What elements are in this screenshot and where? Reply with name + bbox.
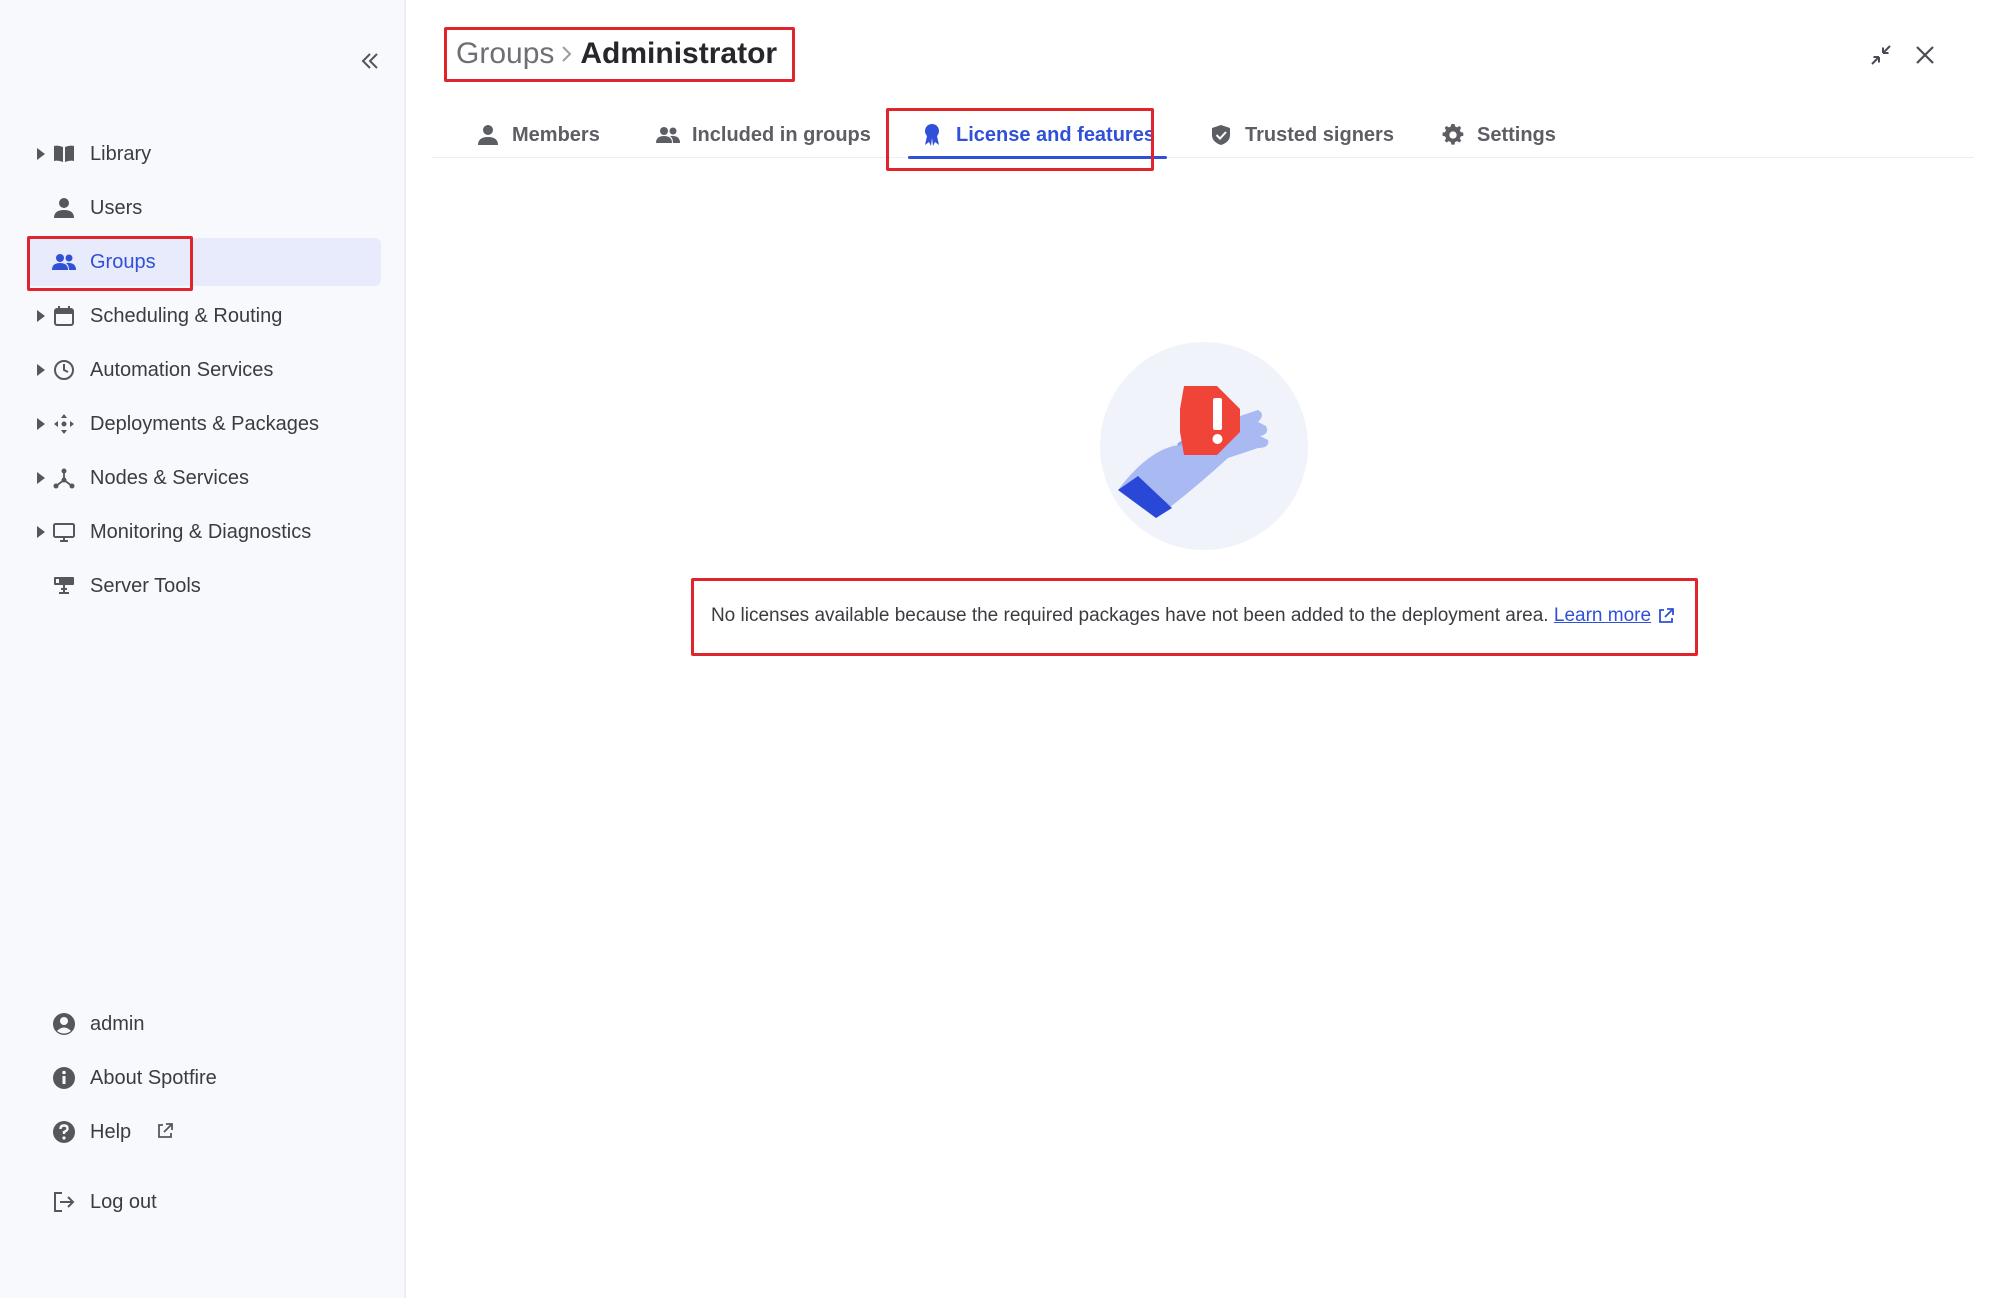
sidebar-nav: Library Users Groups Scheduling & Routin… [28, 130, 381, 616]
info-icon [52, 1066, 76, 1090]
sidebar-item-library[interactable]: Library [28, 130, 381, 178]
window-controls [1866, 40, 1940, 70]
empty-state-message: No licenses available because the requir… [690, 593, 1696, 639]
sidebar-item-label: Log out [90, 1191, 157, 1213]
learn-more-link[interactable]: Learn more [1554, 605, 1651, 626]
minimize-arrows-icon [1871, 45, 1891, 65]
group-icon [52, 250, 76, 274]
move-arrows-icon [52, 412, 76, 436]
sidebar-item-monitoring-diagnostics[interactable]: Monitoring & Diagnostics [28, 508, 381, 556]
sidebar-item-label: Scheduling & Routing [90, 305, 283, 327]
sidebar-item-label: Server Tools [90, 575, 201, 597]
calendar-icon [52, 304, 76, 328]
shield-check-icon [1209, 123, 1233, 147]
gear-icon [1441, 123, 1465, 147]
collapse-window-button[interactable] [1866, 40, 1896, 70]
caret-right-icon[interactable] [34, 417, 48, 431]
sidebar-item-label: Automation Services [90, 359, 274, 381]
clock-icon [52, 358, 76, 382]
tab-label: License and features [956, 123, 1155, 146]
sidebar-item-label: Deployments & Packages [90, 413, 320, 435]
close-icon [1916, 46, 1934, 64]
tab-license-and-features[interactable]: License and features [908, 112, 1167, 159]
sidebar-item-logout[interactable]: Log out [28, 1178, 381, 1226]
caret-right-icon[interactable] [34, 309, 48, 323]
tab-settings[interactable]: Settings [1441, 112, 1556, 158]
monitor-icon [52, 520, 76, 544]
external-link-icon[interactable] [1657, 607, 1675, 625]
group-icon [656, 123, 680, 147]
sidebar-item-label: Monitoring & Diagnostics [90, 521, 312, 543]
external-link-icon [156, 1122, 174, 1145]
sidebar-item-label: Users [90, 197, 143, 219]
caret-right-icon[interactable] [34, 525, 48, 539]
sidebar-item-label: Library [90, 143, 152, 165]
hand-holding-alert-icon [1100, 342, 1308, 550]
sidebar-item-automation-services[interactable]: Automation Services [28, 346, 381, 394]
breadcrumb: Groups Administrator [456, 34, 777, 74]
sidebar-item-users[interactable]: Users [28, 184, 381, 232]
main-panel: Groups Administrator Members Included in… [408, 0, 1998, 1298]
sidebar-item-help[interactable]: Help [28, 1108, 381, 1156]
logout-icon [52, 1190, 76, 1214]
chevron-right-icon [560, 45, 574, 63]
sidebar-item-label: Help [90, 1121, 132, 1143]
nodes-icon [52, 466, 76, 490]
tab-label: Included in groups [692, 123, 871, 146]
server-tools-icon [52, 574, 76, 598]
sidebar-item-groups[interactable]: Groups [28, 238, 381, 286]
caret-right-icon[interactable] [34, 363, 48, 377]
sidebar-bottom-nav: admin About Spotfire Help [28, 1000, 381, 1162]
empty-state-text: No licenses available because the requir… [710, 605, 1549, 626]
sidebar: Library Users Groups Scheduling & Routin… [0, 0, 406, 1298]
page-title: Administrator [580, 37, 778, 70]
close-button[interactable] [1910, 40, 1940, 70]
sidebar-item-server-tools[interactable]: Server Tools [28, 562, 381, 610]
collapse-sidebar-button[interactable] [355, 46, 385, 76]
award-ribbon-icon [920, 123, 944, 147]
user-icon [476, 123, 500, 147]
sidebar-item-label: About Spotfire [90, 1067, 217, 1089]
sidebar-item-deployments-packages[interactable]: Deployments & Packages [28, 400, 381, 448]
book-icon [52, 142, 76, 166]
tab-bar: Members Included in groups License and f… [432, 112, 1974, 159]
tab-trusted-signers[interactable]: Trusted signers [1209, 112, 1394, 158]
sidebar-item-scheduling-routing[interactable]: Scheduling & Routing [28, 292, 381, 340]
tab-label: Members [512, 123, 600, 146]
tab-included-in-groups[interactable]: Included in groups [656, 112, 871, 158]
sidebar-item-label: Nodes & Services [90, 467, 249, 489]
tab-label: Settings [1477, 123, 1556, 146]
user-icon [52, 196, 76, 220]
double-chevron-left-icon [361, 53, 378, 69]
sidebar-logout: Log out [28, 1178, 381, 1232]
caret-right-icon[interactable] [34, 147, 48, 161]
help-icon [52, 1120, 76, 1144]
sidebar-item-nodes-services[interactable]: Nodes & Services [28, 454, 381, 502]
sidebar-item-label: admin [90, 1013, 145, 1035]
sidebar-item-about[interactable]: About Spotfire [28, 1054, 381, 1102]
account-circle-icon [52, 1012, 76, 1036]
sidebar-item-label: Groups [90, 251, 156, 273]
caret-right-icon[interactable] [34, 471, 48, 485]
tab-members[interactable]: Members [476, 112, 600, 158]
sidebar-item-user-account[interactable]: admin [28, 1000, 381, 1048]
tab-label: Trusted signers [1245, 123, 1394, 146]
breadcrumb-parent-link[interactable]: Groups [456, 36, 554, 72]
no-license-illustration [1098, 340, 1310, 552]
